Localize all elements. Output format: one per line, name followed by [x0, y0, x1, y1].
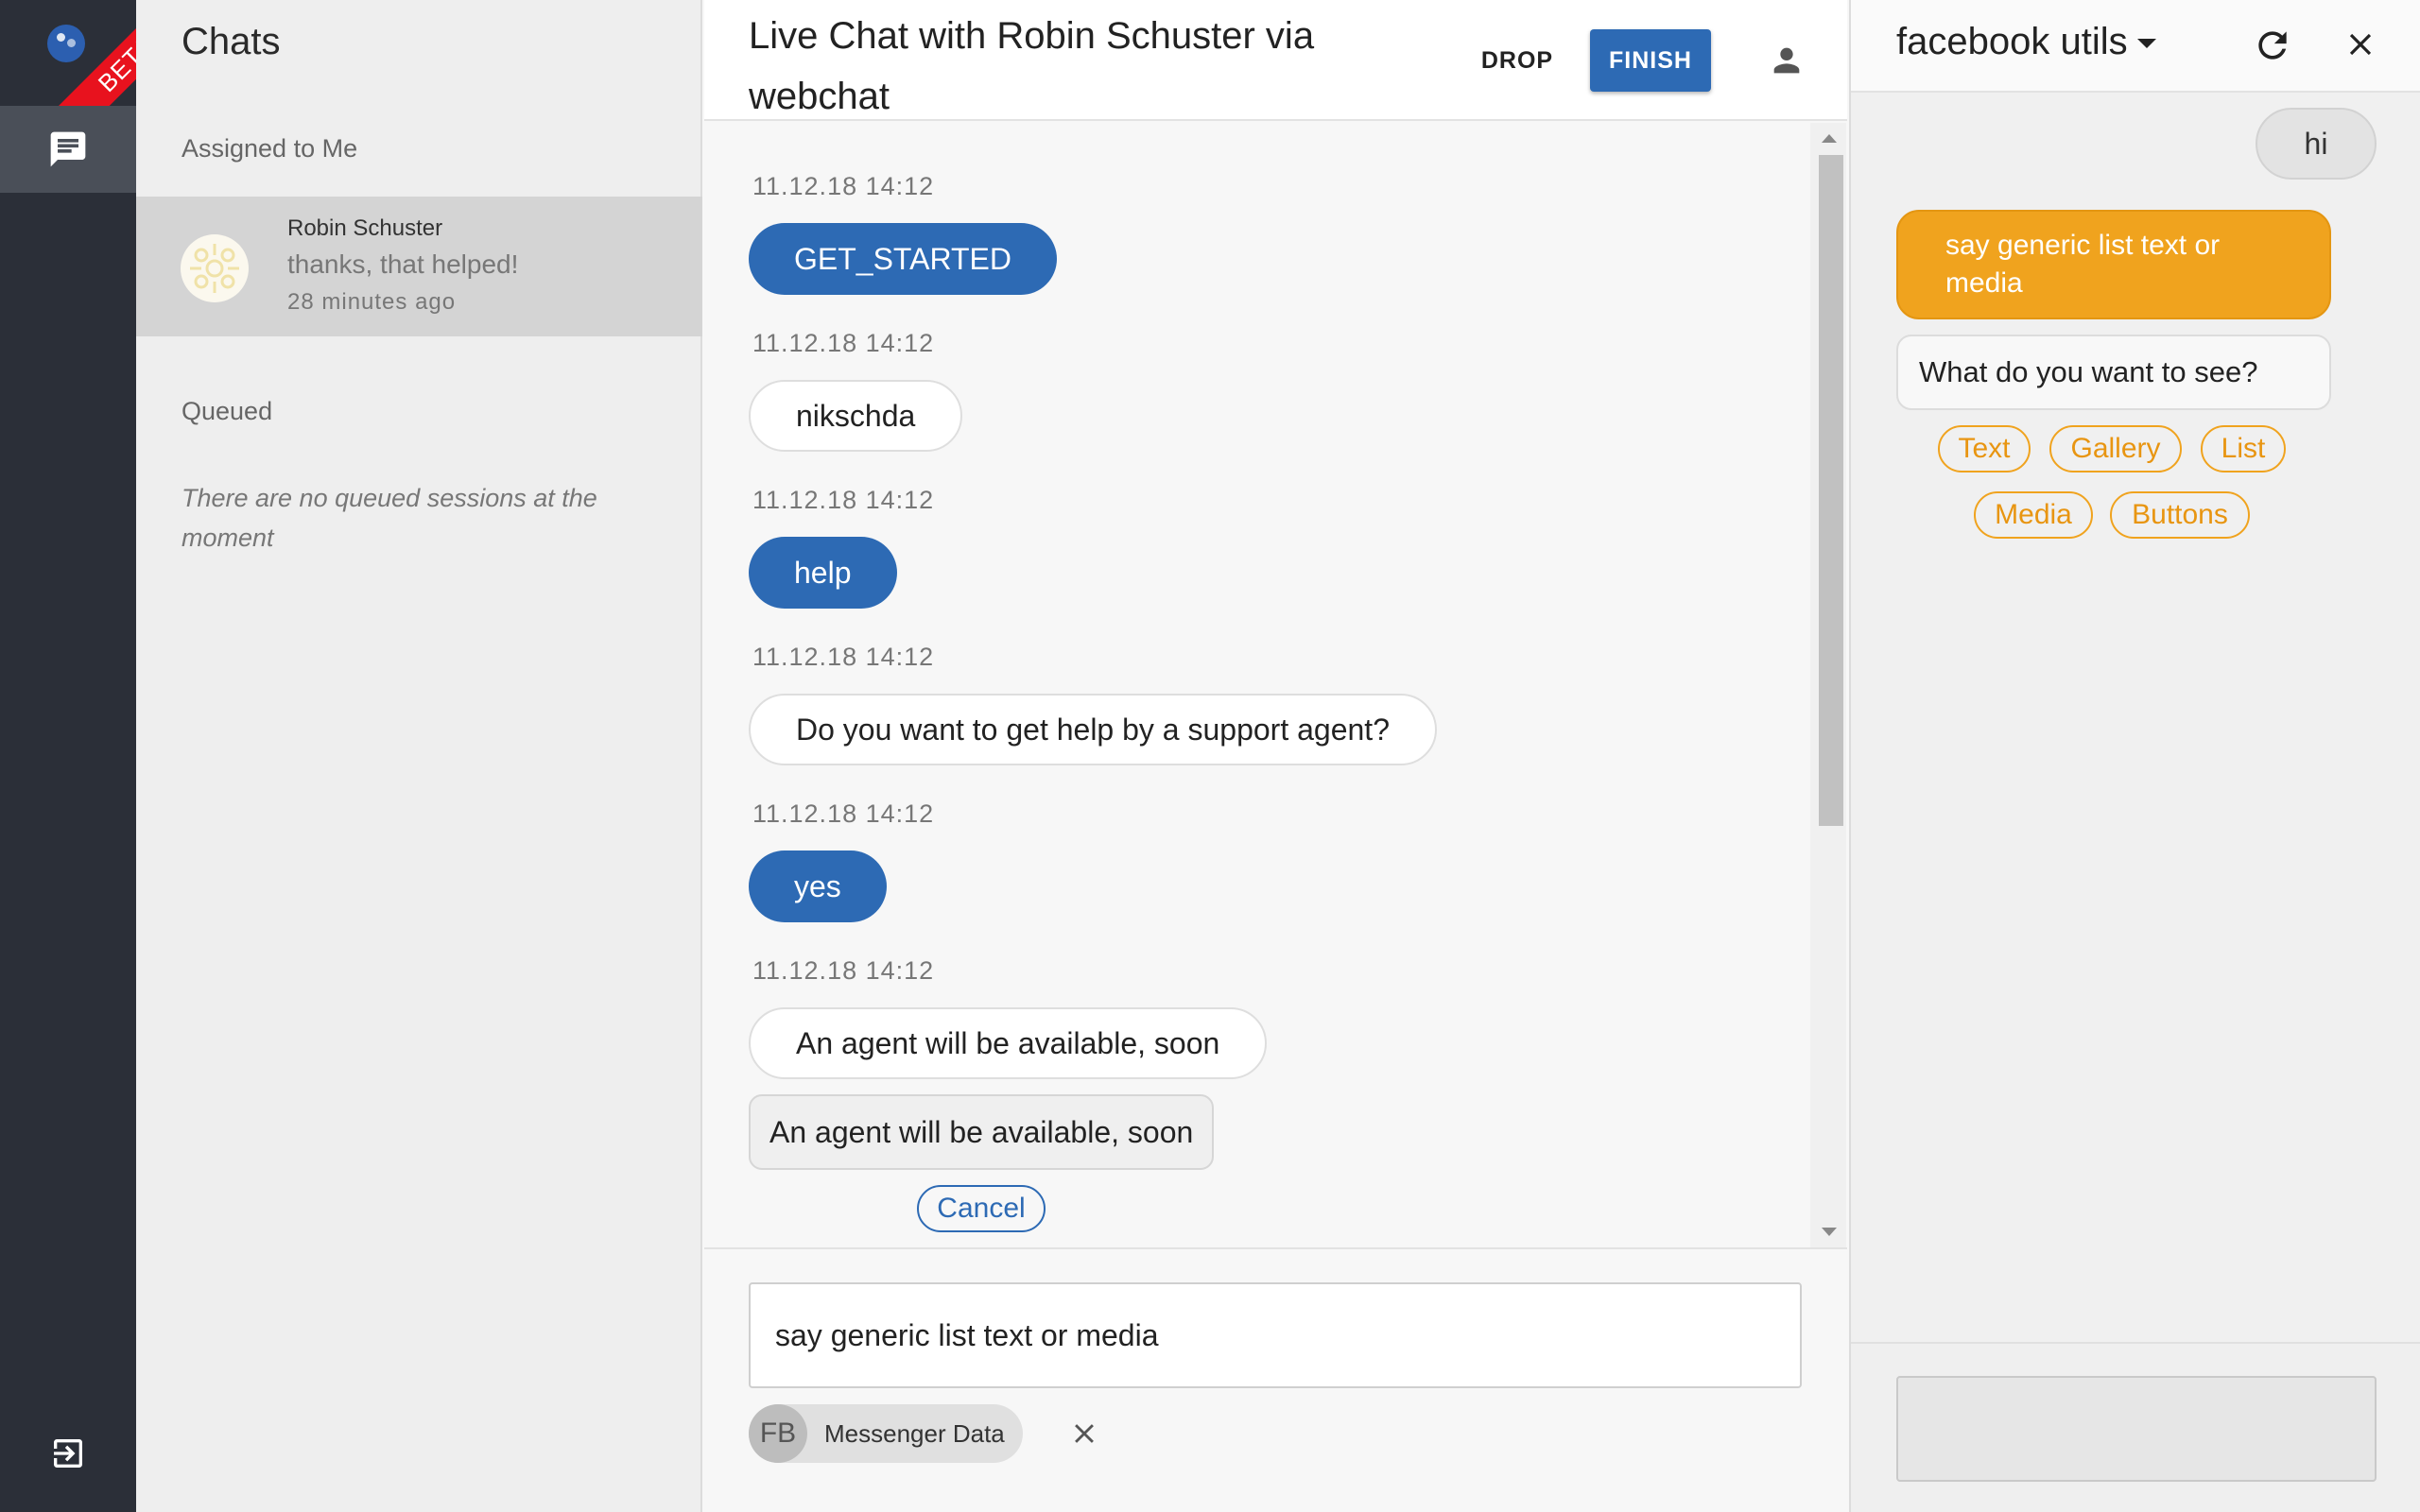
message-time: 11.12.18 14:12	[752, 643, 935, 671]
quick-reply-gallery[interactable]: Gallery	[2049, 425, 2182, 472]
person-icon[interactable]	[1768, 42, 1806, 79]
refresh-icon[interactable]	[2252, 25, 2293, 66]
message-list: 11.12.18 14:12 GET_STARTED 11.12.18 14:1…	[704, 123, 1810, 1247]
webchat-user-message: hi	[2256, 108, 2377, 180]
webchat-bot-message: What do you want to see?	[1896, 335, 2331, 410]
avatar	[181, 234, 249, 302]
webchat-title-dropdown[interactable]: facebook utils	[1896, 21, 2156, 63]
chat-title: Live Chat with Robin Schuster via webcha…	[749, 15, 1315, 117]
chat-header: Live Chat with Robin Schuster via webcha…	[704, 0, 1847, 121]
chats-title: Chats	[182, 21, 281, 62]
pending-message: An agent will be available, soon	[749, 1094, 1215, 1170]
webchat-header: facebook utils	[1851, 0, 2420, 93]
scrollbar[interactable]	[1810, 123, 1846, 1247]
cancel-button[interactable]: Cancel	[917, 1185, 1046, 1232]
webchat-input[interactable]	[1896, 1376, 2377, 1482]
webchat-footer	[1851, 1342, 2420, 1512]
message-time: 11.12.18 14:12	[752, 799, 935, 828]
chat-icon	[50, 131, 86, 167]
message-input[interactable]	[749, 1282, 1802, 1388]
scrollbar-thumb[interactable]	[1819, 155, 1843, 826]
message-bubble-bot: Do you want to get help by a support age…	[749, 694, 1437, 765]
logo-area: BETA	[0, 0, 136, 106]
chat-panel: Live Chat with Robin Schuster via webcha…	[704, 0, 1847, 1512]
chip-avatar: FB	[749, 1404, 807, 1463]
logo-icon[interactable]	[47, 25, 85, 62]
webchat-panel: facebook utils hi say generic list text …	[1849, 0, 2420, 1512]
message-bubble-user: help	[749, 537, 897, 609]
close-icon[interactable]	[2342, 26, 2378, 62]
webchat-user-message: say generic list text or media	[1896, 210, 2331, 319]
message-time: 11.12.18 14:12	[752, 956, 935, 985]
message-bubble-user: GET_STARTED	[749, 223, 1057, 295]
finish-button[interactable]: FINISH	[1590, 29, 1711, 92]
session-time: 28 minutes ago	[287, 289, 457, 315]
message-time: 11.12.18 14:12	[752, 172, 935, 200]
drop-button[interactable]: DROP	[1451, 34, 1583, 87]
nav-rail: BETA	[0, 0, 136, 1512]
message-bubble-bot: An agent will be available, soon	[749, 1007, 1268, 1079]
message-bubble-user: yes	[749, 850, 887, 922]
session-item[interactable]: Robin Schuster thanks, that helped! 28 m…	[136, 197, 702, 336]
message-time: 11.12.18 14:12	[752, 486, 935, 514]
message-bubble-bot: nikschda	[749, 380, 963, 452]
nav-chats[interactable]	[0, 106, 136, 193]
queued-empty-text: There are no queued sessions at the mome…	[182, 484, 597, 552]
quick-reply-list[interactable]: List	[2201, 425, 2286, 472]
session-name: Robin Schuster	[287, 215, 443, 241]
quick-reply-buttons[interactable]: Buttons	[2110, 491, 2250, 539]
scroll-up-icon[interactable]	[1822, 134, 1837, 143]
chip-label: Messenger Data	[824, 1419, 1005, 1448]
scroll-down-icon[interactable]	[1822, 1228, 1837, 1236]
quick-reply-media[interactable]: Media	[1974, 491, 2093, 539]
chevron-down-icon	[2136, 39, 2156, 49]
messenger-data-chip[interactable]: FB Messenger Data	[749, 1404, 1023, 1463]
queued-title: Queued	[182, 397, 273, 425]
quick-reply-text[interactable]: Text	[1938, 425, 2031, 472]
session-last-message: thanks, that helped!	[287, 249, 519, 279]
webchat-title: facebook utils	[1896, 21, 2128, 62]
logout-icon[interactable]	[47, 1435, 89, 1472]
close-icon[interactable]	[1068, 1418, 1100, 1450]
chats-panel: Chats Assigned to Me Robin Schuster than…	[136, 0, 702, 1512]
composer: FB Messenger Data	[704, 1247, 1847, 1512]
assigned-title: Assigned to Me	[182, 134, 358, 163]
message-time: 11.12.18 14:12	[752, 329, 935, 357]
